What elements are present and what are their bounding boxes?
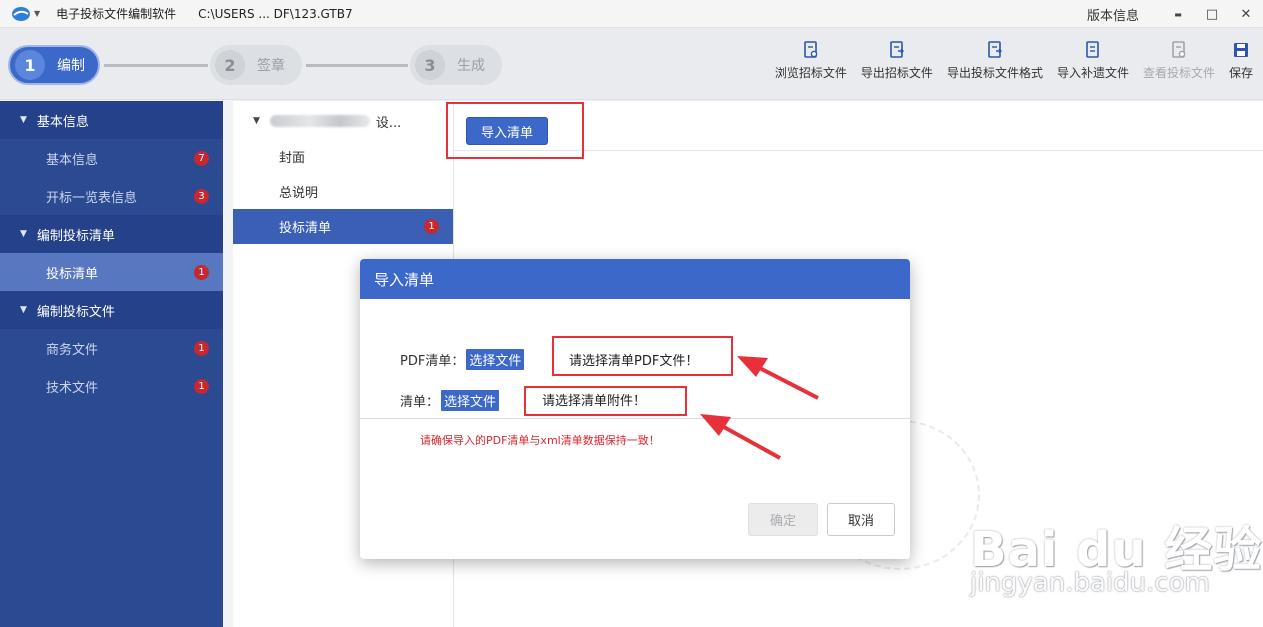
sidebar-item-business-docs[interactable]: 商务文件 1 [0,329,223,367]
sidebar-item-technical-docs[interactable]: 技术文件 1 [0,367,223,405]
view-bid-icon [1169,40,1189,60]
toolbar: 1 编制 2 签章 3 生成 浏览招标文件 导出招标文件 导出投标文件格式 导入… [0,28,1263,100]
dialog-divider [360,418,910,419]
step-label: 生成 [457,58,485,74]
dialog-title: 导入清单 [360,259,910,299]
count-badge: 1 [194,379,209,394]
expand-triangle-icon: ▼ [20,229,27,239]
annotation-highlight-box [524,386,687,416]
item-label: 投标清单 [46,266,99,282]
sidebar-item-basic-info[interactable]: 基本信息 7 [0,139,223,177]
file-path: C:\USERS ... DF\123.GTB7 [198,6,353,21]
sidebar-group-bid-docs[interactable]: ▼ 编制投标文件 [0,291,223,329]
browse-tender-button[interactable]: 浏览招标文件 [775,40,847,81]
count-badge: 1 [194,341,209,356]
tree-root-node[interactable]: ▼ 设... [233,103,453,139]
sidebar-item-opening-summary[interactable]: 开标一览表信息 3 [0,177,223,215]
maximize-button[interactable]: □ [1195,0,1229,28]
sidebar-item-bid-list[interactable]: 投标清单 1 [0,253,223,291]
item-label: 商务文件 [46,342,99,358]
import-addendum-button[interactable]: 导入补遗文件 [1057,40,1129,81]
step-connector [306,64,408,67]
step-edit[interactable]: 1 编制 [8,45,100,85]
title-bar: ▼ 电子投标文件编制软件 C:\USERS ... DF\123.GTB7 版本… [0,0,1263,28]
export-doc-icon [887,40,907,60]
sidebar: ▼ 基本信息 基本信息 7 开标一览表信息 3 ▼ 编制投标清单 投标清单 1 … [0,101,223,627]
group-label: 编制投标文件 [36,304,115,320]
app-menu-caret-icon[interactable]: ▼ [34,9,40,18]
tool-label: 导出投标文件格式 [946,66,1043,80]
save-button[interactable]: 保存 [1229,40,1253,81]
confirm-button[interactable]: 确定 [748,503,818,536]
tree-root-label: 设... [375,115,402,131]
sidebar-group-basic-info[interactable]: ▼ 基本信息 [0,101,223,139]
browse-doc-icon [801,40,821,60]
annotation-highlight-box [552,336,733,376]
tool-label: 浏览招标文件 [774,66,847,80]
tool-label: 导入补遗文件 [1056,66,1129,80]
app-logo-icon[interactable] [10,5,32,23]
step-number: 3 [415,50,445,80]
count-badge: 1 [194,265,209,280]
item-label: 开标一览表信息 [46,190,138,206]
list-choose-file-button[interactable]: 选择文件 [441,390,500,411]
item-label: 基本信息 [46,152,99,168]
count-badge: 1 [424,219,439,234]
export-format-icon [985,40,1005,60]
group-label: 编制投标清单 [36,228,115,244]
app-name: 电子投标文件编制软件 [56,7,177,21]
import-addendum-icon [1083,40,1103,60]
tool-label: 导出招标文件 [860,66,933,80]
step-label: 签章 [257,58,285,74]
tool-label: 保存 [1228,66,1253,80]
consistency-warning: 请确保导入的PDF清单与xml清单数据保持一致！ [420,434,660,447]
watermark-url: jingyan.baidu.com [970,568,1210,598]
import-list-dialog: 导入清单 PDF清单： 选择文件 请选择清单PDF文件！ 清单： 选择文件 请选… [360,259,910,559]
group-label: 基本信息 [36,114,89,130]
minimize-button[interactable]: ▬ [1161,0,1195,28]
pdf-list-row: PDF清单： 选择文件 [400,349,525,370]
redacted-project-name [269,115,370,127]
tree-item-cover[interactable]: 封面 [233,139,453,174]
save-icon [1231,40,1251,60]
sidebar-group-bid-list[interactable]: ▼ 编制投标清单 [0,215,223,253]
close-button[interactable]: ✕ [1229,0,1263,28]
step-number: 2 [215,50,245,80]
count-badge: 3 [194,189,209,204]
list-attachment-row: 清单： 选择文件 [400,390,500,411]
step-label: 编制 [57,58,85,74]
step-sign[interactable]: 2 签章 [210,45,302,85]
cancel-button[interactable]: 取消 [827,503,895,536]
tree-item-label: 投标清单 [279,221,332,236]
tree-item-label: 总说明 [279,186,319,201]
export-tender-button[interactable]: 导出招标文件 [861,40,933,81]
step-number: 1 [15,50,45,80]
annotation-highlight-box [446,102,584,159]
view-bid-button[interactable]: 查看投标文件 [1143,40,1215,81]
tree-item-bid-list[interactable]: 投标清单 1 [233,209,453,244]
tree-item-label: 封面 [279,151,306,166]
step-generate[interactable]: 3 生成 [410,45,502,85]
tool-label: 查看投标文件 [1142,66,1215,80]
list-label: 清单： [400,395,440,410]
pdf-choose-file-button[interactable]: 选择文件 [466,349,525,370]
pdf-list-label: PDF清单： [400,354,465,369]
expand-triangle-icon: ▼ [20,115,27,125]
item-label: 技术文件 [46,380,99,396]
step-connector [104,64,208,67]
expand-triangle-icon: ▼ [20,305,27,315]
version-info-link[interactable]: 版本信息 [1087,5,1139,24]
export-bid-format-button[interactable]: 导出投标文件格式 [947,40,1043,81]
count-badge: 7 [194,151,209,166]
expand-triangle-icon: ▼ [253,116,260,126]
tree-item-general-notes[interactable]: 总说明 [233,174,453,209]
